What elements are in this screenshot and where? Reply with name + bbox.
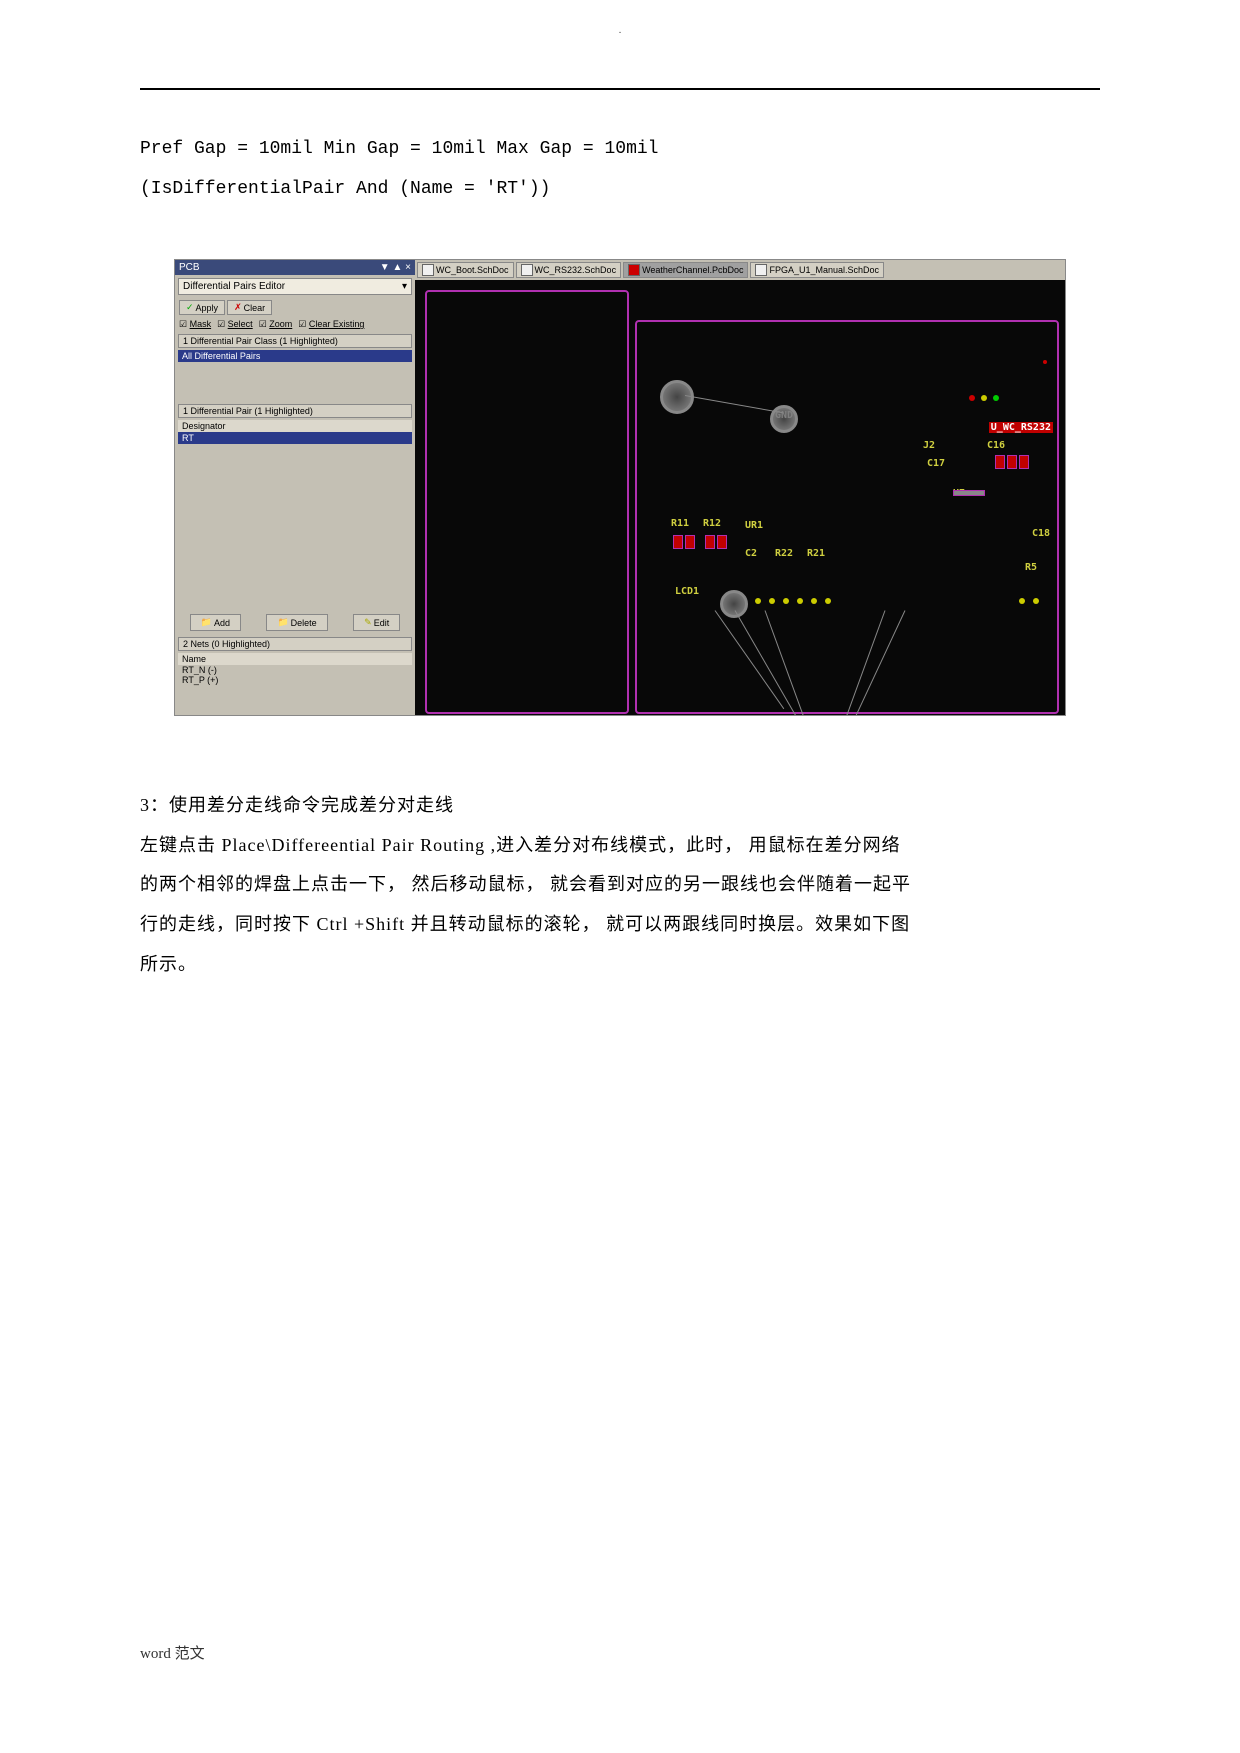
tab-fpga[interactable]: FPGA_U1_Manual.SchDoc bbox=[750, 262, 884, 278]
c17-label: C17 bbox=[927, 458, 945, 469]
pcb-view: WC_Boot.SchDoc WC_RS232.SchDoc WeatherCh… bbox=[415, 260, 1065, 715]
c18-label: C18 bbox=[1032, 528, 1050, 539]
header-rule bbox=[140, 86, 1100, 90]
section-heading: 3：使用差分走线命令完成差分对走线 bbox=[140, 786, 1100, 826]
zoom-checkbox[interactable]: ☑ Zoom bbox=[259, 319, 293, 330]
lcd1-label: LCD1 bbox=[675, 586, 699, 597]
r11-label: R11 bbox=[671, 518, 689, 529]
doc-icon bbox=[521, 264, 533, 276]
footer-text: word 范文 bbox=[140, 1642, 205, 1663]
clear-button[interactable]: ✗Clear bbox=[227, 300, 272, 315]
clear-existing-checkbox[interactable]: ☑ Clear Existing bbox=[298, 319, 364, 330]
pair-selected-row[interactable]: RT bbox=[178, 432, 412, 444]
ic-outline bbox=[953, 490, 985, 496]
paragraph: 所示。 bbox=[140, 945, 1100, 985]
net-row-n[interactable]: RT_N (-) bbox=[178, 665, 412, 675]
header-mark: . bbox=[140, 25, 1100, 36]
c2-label: C2 bbox=[745, 548, 757, 559]
doc-icon bbox=[422, 264, 434, 276]
edit-button[interactable]: ✎Edit bbox=[353, 614, 400, 631]
class-selected-row[interactable]: All Differential Pairs bbox=[178, 350, 412, 362]
filter-checkboxes: ☑ Mask ☑ Select ☑ Zoom ☑ Clear Existing bbox=[179, 319, 411, 330]
pad bbox=[1019, 455, 1029, 469]
designator-header: Designator bbox=[178, 420, 412, 432]
paragraph: 行的走线，同时按下 Ctrl +Shift 并且转动鼠标的滚轮， 就可以两跟线同… bbox=[140, 905, 1100, 945]
select-checkbox[interactable]: ☑ Select bbox=[217, 319, 253, 330]
apply-button[interactable]: ✓Apply bbox=[179, 300, 225, 315]
chevron-down-icon: ▾ bbox=[402, 281, 407, 292]
mask-checkbox[interactable]: ☑ Mask bbox=[179, 319, 211, 330]
r21-label: R21 bbox=[807, 548, 825, 559]
body-text: 3：使用差分走线命令完成差分对走线 左键点击 Place\Differeenti… bbox=[140, 786, 1100, 984]
r22-label: R22 bbox=[775, 548, 793, 559]
via bbox=[660, 380, 694, 414]
code-block: Pref Gap = 10mil Min Gap = 10mil Max Gap… bbox=[140, 130, 1100, 209]
doc-icon bbox=[755, 264, 767, 276]
pad bbox=[685, 535, 695, 549]
j2-label: J2 bbox=[923, 440, 935, 451]
net-label: U_WC_RS232 bbox=[989, 422, 1053, 433]
paragraph: 的两个相邻的焊盘上点击一下， 然后移动鼠标， 就会看到对应的另一跟线也会伴随着一… bbox=[140, 865, 1100, 905]
panel-title: PCB bbox=[179, 262, 200, 273]
board-outline2 bbox=[635, 320, 1059, 714]
pad bbox=[717, 535, 727, 549]
tab-pcbdoc[interactable]: WeatherChannel.PcbDoc bbox=[623, 262, 748, 278]
window-controls-icon[interactable]: ▼ ▲ × bbox=[380, 262, 411, 273]
dropdown-label: Differential Pairs Editor bbox=[183, 281, 285, 292]
nets-section-header: 2 Nets (0 Highlighted) bbox=[178, 637, 412, 651]
screenshot-figure: PCB ▼ ▲ × Differential Pairs Editor ▾ ✓A… bbox=[174, 259, 1066, 716]
c16-label: C16 bbox=[987, 440, 1005, 451]
doc-icon bbox=[628, 264, 640, 276]
document-tabs: WC_Boot.SchDoc WC_RS232.SchDoc WeatherCh… bbox=[415, 260, 1065, 280]
r12-label: R12 bbox=[703, 518, 721, 529]
ur1-label: UR1 bbox=[745, 520, 763, 531]
code-line-2: (IsDifferentialPair And (Name = 'RT')) bbox=[140, 170, 1100, 210]
pad bbox=[1007, 455, 1017, 469]
pcb-panel: PCB ▼ ▲ × Differential Pairs Editor ▾ ✓A… bbox=[175, 260, 415, 715]
pad bbox=[995, 455, 1005, 469]
r5-label: R5 bbox=[1025, 562, 1037, 573]
board-outline bbox=[425, 290, 629, 714]
paragraph: 左键点击 Place\Differeential Pair Routing ,进… bbox=[140, 826, 1100, 866]
panel-titlebar: PCB ▼ ▲ × bbox=[175, 260, 415, 275]
pair-section-header: 1 Differential Pair (1 Highlighted) bbox=[178, 404, 412, 418]
pad bbox=[673, 535, 683, 549]
editor-dropdown[interactable]: Differential Pairs Editor ▾ bbox=[178, 278, 412, 295]
code-line-1: Pref Gap = 10mil Min Gap = 10mil Max Gap… bbox=[140, 130, 1100, 170]
add-button[interactable]: 📁Add bbox=[190, 614, 241, 631]
pcb-canvas[interactable]: U_WC_RS232 GND J2 C16 C17 U7 R11 R12 UR1… bbox=[415, 280, 1065, 715]
via bbox=[720, 590, 748, 618]
net-row-p[interactable]: RT_P (+) bbox=[178, 675, 412, 685]
class-section-header: 1 Differential Pair Class (1 Highlighted… bbox=[178, 334, 412, 348]
tab-boot[interactable]: WC_Boot.SchDoc bbox=[417, 262, 514, 278]
delete-button[interactable]: 📁Delete bbox=[266, 614, 327, 631]
name-header: Name bbox=[178, 653, 412, 665]
pad bbox=[705, 535, 715, 549]
tab-rs232[interactable]: WC_RS232.SchDoc bbox=[516, 262, 622, 278]
